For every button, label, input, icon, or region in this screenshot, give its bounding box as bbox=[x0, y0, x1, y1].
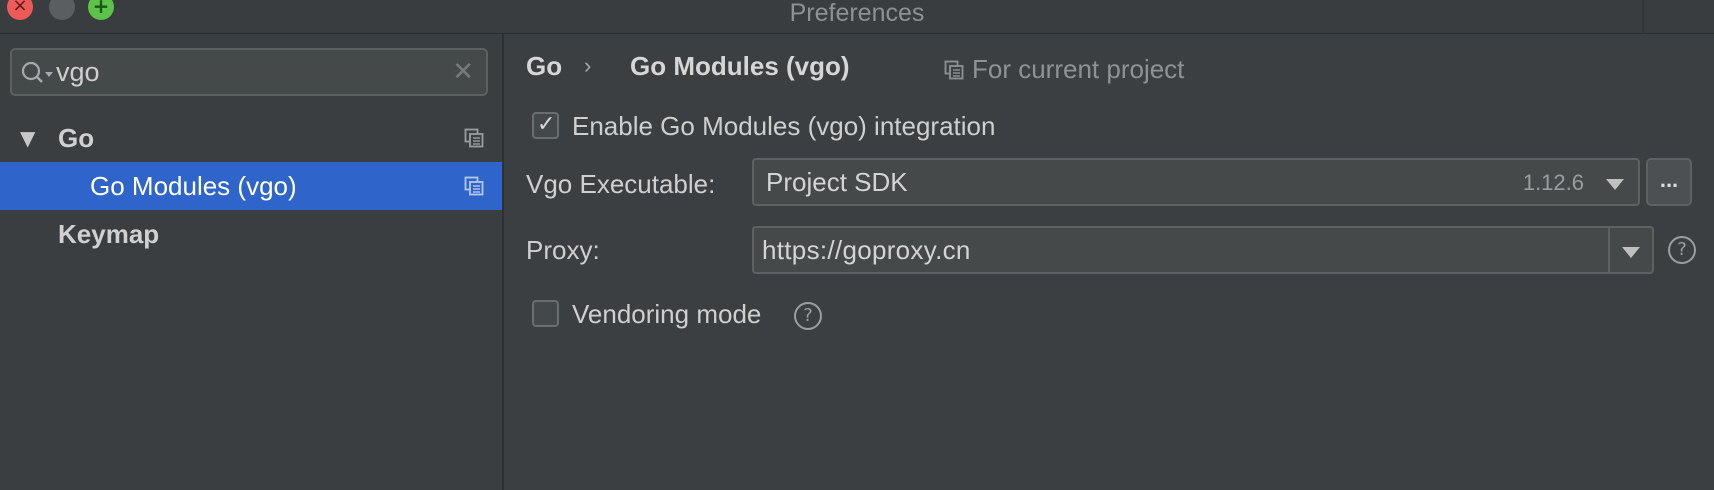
settings-panel: Go › Go Modules (vgo) For current projec… bbox=[506, 34, 1714, 490]
help-icon[interactable]: ? bbox=[794, 302, 822, 330]
breadcrumb-parent[interactable]: Go bbox=[526, 48, 562, 84]
sdk-version: 1.12.6 bbox=[1522, 170, 1584, 195]
vendoring-mode-label[interactable]: Vendoring mode bbox=[572, 298, 761, 330]
vendoring-mode-checkbox[interactable] bbox=[532, 300, 559, 327]
proxy-divider bbox=[1608, 228, 1610, 272]
clear-icon[interactable]: ✕ bbox=[452, 58, 474, 86]
expand-arrow-icon[interactable]: ▼ bbox=[20, 114, 35, 162]
tree-item-label: Go bbox=[58, 123, 95, 153]
search-icon[interactable] bbox=[20, 60, 54, 86]
page-title: Go Modules (vgo) bbox=[630, 51, 850, 81]
vgo-executable-select[interactable]: Project SDK 1.12.6 bbox=[752, 158, 1640, 206]
breadcrumb-separator: › bbox=[584, 53, 592, 78]
browse-button[interactable]: ... bbox=[1646, 158, 1692, 206]
vgo-executable-value: Project SDK bbox=[766, 167, 908, 197]
project-scope-text: For current project bbox=[972, 54, 1185, 84]
proxy-input[interactable] bbox=[762, 234, 1592, 266]
titlebar-divider bbox=[1642, 0, 1644, 34]
tree-item-label: Keymap bbox=[58, 219, 160, 249]
tree-item-label: Go Modules (vgo) bbox=[90, 171, 297, 201]
proxy-label: Proxy: bbox=[526, 235, 600, 265]
checkmark-icon: ✓ bbox=[537, 112, 556, 137]
dropdown-arrow-icon[interactable] bbox=[1606, 179, 1624, 190]
tree-item-go[interactable]: ▼ Go bbox=[0, 114, 502, 162]
settings-sidebar: ✕ ▼ Go Go Modules (vgo) Key bbox=[0, 34, 504, 490]
enable-modules-label[interactable]: Enable Go Modules (vgo) integration bbox=[572, 110, 995, 142]
copy-settings-icon bbox=[464, 128, 484, 148]
proxy-combobox[interactable] bbox=[752, 226, 1654, 274]
search-input[interactable] bbox=[56, 56, 436, 88]
search-box: ✕ bbox=[10, 48, 488, 96]
copy-settings-icon bbox=[944, 60, 964, 80]
enable-modules-checkbox[interactable]: ✓ bbox=[532, 112, 559, 139]
preferences-window: × + Preferences ✕ ▼ Go bbox=[0, 0, 1714, 490]
vgo-executable-label: Vgo Executable: bbox=[526, 169, 716, 199]
window-title: Preferences bbox=[789, 0, 925, 27]
copy-settings-icon bbox=[464, 176, 484, 196]
title-bar: × + Preferences bbox=[0, 0, 1714, 34]
dropdown-arrow-icon[interactable] bbox=[1622, 247, 1640, 258]
help-icon[interactable]: ? bbox=[1668, 236, 1696, 264]
tree-item-keymap[interactable]: Keymap bbox=[0, 210, 502, 258]
tree-item-go-modules[interactable]: Go Modules (vgo) bbox=[0, 162, 502, 210]
